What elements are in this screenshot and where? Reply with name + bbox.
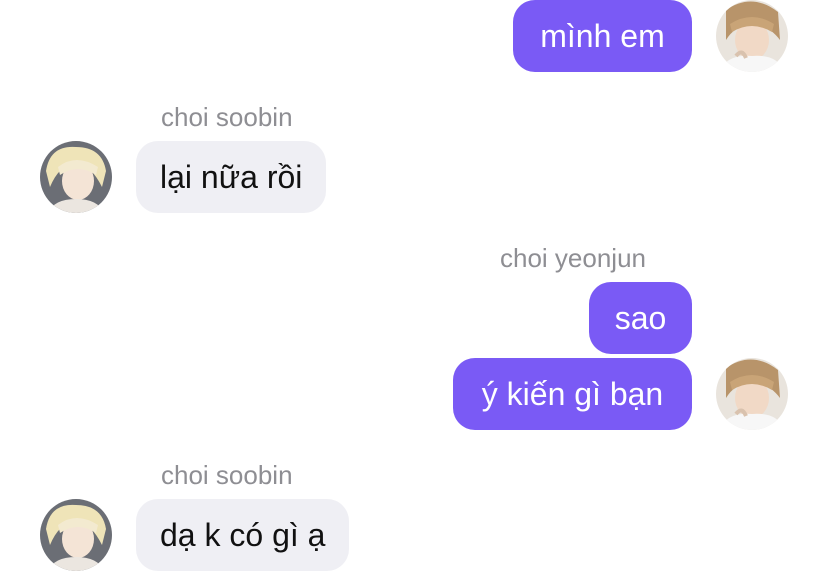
outgoing-message-bubble[interactable]: sao: [589, 282, 692, 354]
sender-name: choi soobin: [161, 460, 293, 490]
outgoing-message-bubble[interactable]: ý kiến gì bạn: [453, 358, 692, 430]
outgoing-message-bubble[interactable]: mình em: [513, 0, 692, 72]
sender-name: choi soobin: [161, 102, 293, 132]
avatar-yeonjun[interactable]: [716, 0, 788, 72]
avatar-soobin-image: [40, 141, 112, 213]
incoming-message-bubble[interactable]: dạ k có gì ạ: [136, 499, 350, 571]
incoming-message-bubble[interactable]: lại nữa rồi: [136, 141, 327, 213]
avatar-soobin-image: [40, 499, 112, 571]
avatar-yeonjun-image: [716, 358, 788, 430]
sender-name: choi yeonjun: [500, 243, 646, 273]
avatar-soobin[interactable]: [40, 141, 112, 213]
avatar-soobin[interactable]: [40, 499, 112, 571]
avatar-yeonjun[interactable]: [716, 358, 788, 430]
avatar-yeonjun-image: [716, 0, 788, 72]
